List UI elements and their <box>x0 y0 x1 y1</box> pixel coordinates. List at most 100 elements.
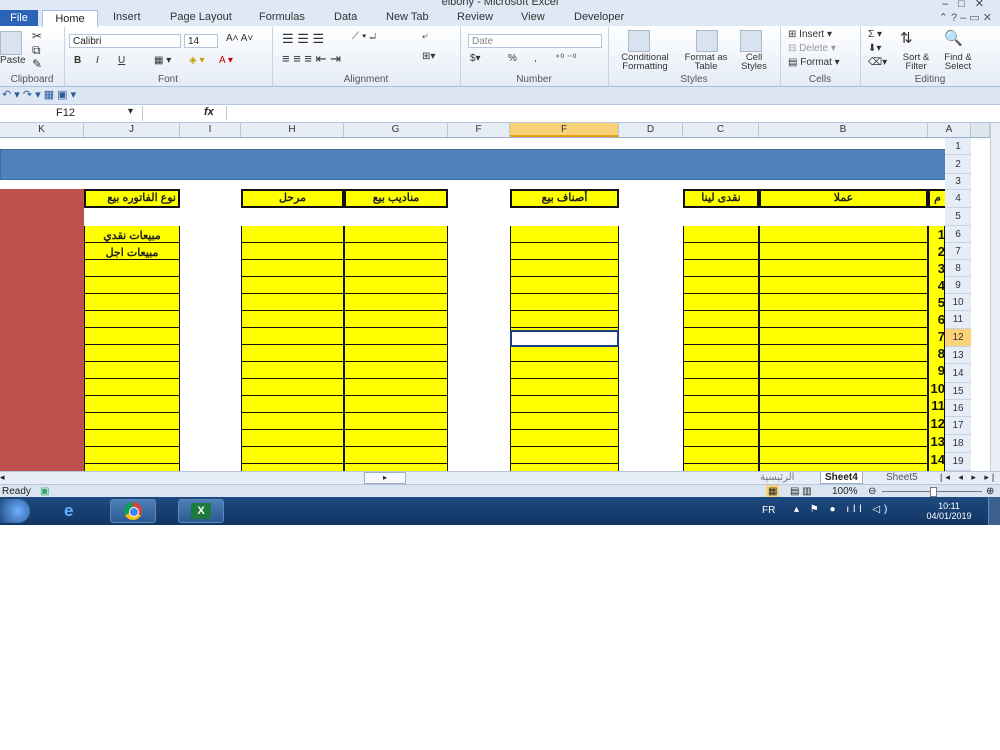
scroll-left-icon[interactable]: ◂ <box>0 472 5 483</box>
window-controls[interactable]: –□✕ <box>942 0 994 10</box>
font-name-select[interactable]: Calibri <box>69 34 181 48</box>
internet-explorer-icon[interactable]: e <box>50 499 96 523</box>
conditional-formatting-button[interactable]: Conditional Formatting <box>610 53 680 72</box>
row-header[interactable]: 13 <box>945 347 971 364</box>
column-header-f2[interactable]: F <box>448 123 510 137</box>
show-desktop-button[interactable] <box>988 497 1000 525</box>
tab-review[interactable]: Review <box>457 11 493 23</box>
sales-reps-column[interactable] <box>344 226 448 471</box>
header-sale-items[interactable]: أصناف بيع <box>510 189 619 208</box>
row-header[interactable]: 5 <box>945 208 971 226</box>
row-header[interactable]: 7 <box>945 243 971 260</box>
title-banner[interactable] <box>0 149 968 180</box>
tab-formulas[interactable]: Formulas <box>259 11 305 23</box>
cash-column[interactable] <box>683 226 759 471</box>
language-indicator[interactable]: FR <box>762 505 775 516</box>
fill-color-icon[interactable]: ◈ ▾ <box>189 55 205 66</box>
font-size-select[interactable]: 14 <box>184 34 218 48</box>
row-header[interactable]: 18 <box>945 435 971 453</box>
column-header-c[interactable]: C <box>683 123 759 137</box>
insert-cells-button[interactable]: ⊞ Insert ▾ <box>788 29 832 40</box>
selected-cell[interactable] <box>510 330 619 347</box>
format-cells-button[interactable]: ▤ Format ▾ <box>788 57 840 68</box>
merge-icon[interactable]: ⊞▾ <box>422 51 435 62</box>
select-all-corner[interactable] <box>971 123 990 137</box>
tray-icons[interactable]: ▴ ⚑ ● ıll ◁) <box>794 504 891 515</box>
underline-button[interactable]: U <box>118 55 125 66</box>
find-select-button[interactable]: Find & Select <box>936 53 980 72</box>
red-column[interactable] <box>0 189 84 471</box>
row-header[interactable]: 4 <box>945 190 971 208</box>
cut-icon[interactable]: ✂ <box>32 29 42 43</box>
font-color-icon[interactable]: A ▾ <box>219 55 233 66</box>
invoice-type-credit[interactable]: مبيعات اجل <box>84 246 180 259</box>
borders-icon[interactable]: ▦ ▾ <box>154 55 171 66</box>
row-header[interactable]: 16 <box>945 400 971 417</box>
sheet-tab-sheet5[interactable]: Sheet5 <box>882 472 922 483</box>
paste-icon[interactable] <box>0 31 22 55</box>
excel-taskbar-icon[interactable]: X <box>178 499 224 523</box>
fill-icon[interactable]: ⬇▾ <box>868 43 881 54</box>
column-header-i[interactable]: I <box>180 123 241 137</box>
tab-new-tab[interactable]: New Tab <box>386 11 429 23</box>
start-button[interactable] <box>0 499 30 523</box>
tab-view[interactable]: View <box>521 11 545 23</box>
comma-button[interactable]: , <box>534 53 537 64</box>
row-header[interactable]: 8 <box>945 260 971 277</box>
tab-page-layout[interactable]: Page Layout <box>170 11 232 23</box>
zoom-slider-thumb[interactable] <box>930 487 937 497</box>
percent-button[interactable]: % <box>508 53 517 64</box>
transferred-column[interactable] <box>241 226 344 471</box>
grow-font-icon[interactable]: A˄ A˅ <box>226 33 253 44</box>
column-header-a[interactable]: A <box>928 123 971 137</box>
number-format-select[interactable]: Date <box>468 34 602 48</box>
tab-insert[interactable]: Insert <box>113 11 141 23</box>
tab-developer[interactable]: Developer <box>574 11 624 23</box>
bold-button[interactable]: B <box>74 55 81 66</box>
row-header[interactable]: 17 <box>945 417 971 435</box>
undo-icon[interactable]: ↶ ▾ ↷ ▾ ▦ ▣ ▾ <box>2 88 76 101</box>
tab-file[interactable]: File <box>0 10 38 26</box>
row-header[interactable]: 19 <box>945 453 971 471</box>
row-header[interactable]: 1 <box>945 138 971 155</box>
header-invoice-type[interactable]: نوع الفاتوره بيع <box>84 189 180 208</box>
help-icon[interactable]: ⌃ ? – ▭ ✕ <box>939 11 992 24</box>
row-header[interactable]: 14 <box>945 364 971 383</box>
autosum-icon[interactable]: Σ ▾ <box>868 29 882 40</box>
header-transferred[interactable]: مرحل <box>241 189 344 208</box>
sheet-tab-main[interactable]: الرئيسية <box>756 472 798 483</box>
tab-data[interactable]: Data <box>334 11 357 23</box>
tab-home[interactable]: Home <box>42 10 98 28</box>
decimal-icon[interactable]: ⁺⁰ ⁻⁰ <box>555 53 576 64</box>
wrap-text-icon[interactable]: ⤶ <box>422 31 428 42</box>
sort-filter-button[interactable]: Sort & Filter <box>896 53 936 72</box>
column-header-j[interactable]: J <box>84 123 180 137</box>
row-header[interactable]: 9 <box>945 277 971 294</box>
delete-cells-button[interactable]: ⊟ Delete ▾ <box>788 43 836 54</box>
invoice-type-cash[interactable]: مبيعات نقدي <box>84 229 180 242</box>
sheet-nav-icons[interactable]: |◂ ◂ ▸ ▸| <box>940 472 997 483</box>
currency-icon[interactable]: $▾ <box>470 53 481 64</box>
align-top-icon[interactable]: ☰ ☰ ☰ <box>282 31 324 47</box>
row-header[interactable]: 10 <box>945 294 971 311</box>
sheet-tab-sheet4[interactable]: Sheet4 <box>820 472 863 484</box>
customers-column[interactable] <box>759 226 928 471</box>
clock[interactable]: 10:11 04/01/2019 <box>918 501 980 521</box>
row-header[interactable]: 15 <box>945 383 971 400</box>
row-header[interactable]: 6 <box>945 226 971 243</box>
insert-function-button[interactable]: fx <box>204 106 214 118</box>
row-header-selected[interactable]: 12 <box>945 329 971 347</box>
header-cash[interactable]: نقدى لينا <box>683 189 759 208</box>
copy-icon[interactable]: ⧉ <box>32 43 41 58</box>
column-header-f[interactable]: F <box>510 123 619 137</box>
column-header-d[interactable]: D <box>619 123 683 137</box>
name-box[interactable]: F12 <box>0 106 143 121</box>
format-painter-icon[interactable]: ✎ <box>32 57 42 71</box>
formula-input[interactable] <box>226 106 987 120</box>
row-header[interactable]: 11 <box>945 311 971 329</box>
column-header-h[interactable]: H <box>241 123 344 137</box>
column-header-b[interactable]: B <box>759 123 928 137</box>
cell-styles-button[interactable]: Cell Styles <box>734 53 774 72</box>
header-sales-reps[interactable]: مناديب بيع <box>344 189 448 208</box>
italic-button[interactable]: I <box>96 55 99 66</box>
